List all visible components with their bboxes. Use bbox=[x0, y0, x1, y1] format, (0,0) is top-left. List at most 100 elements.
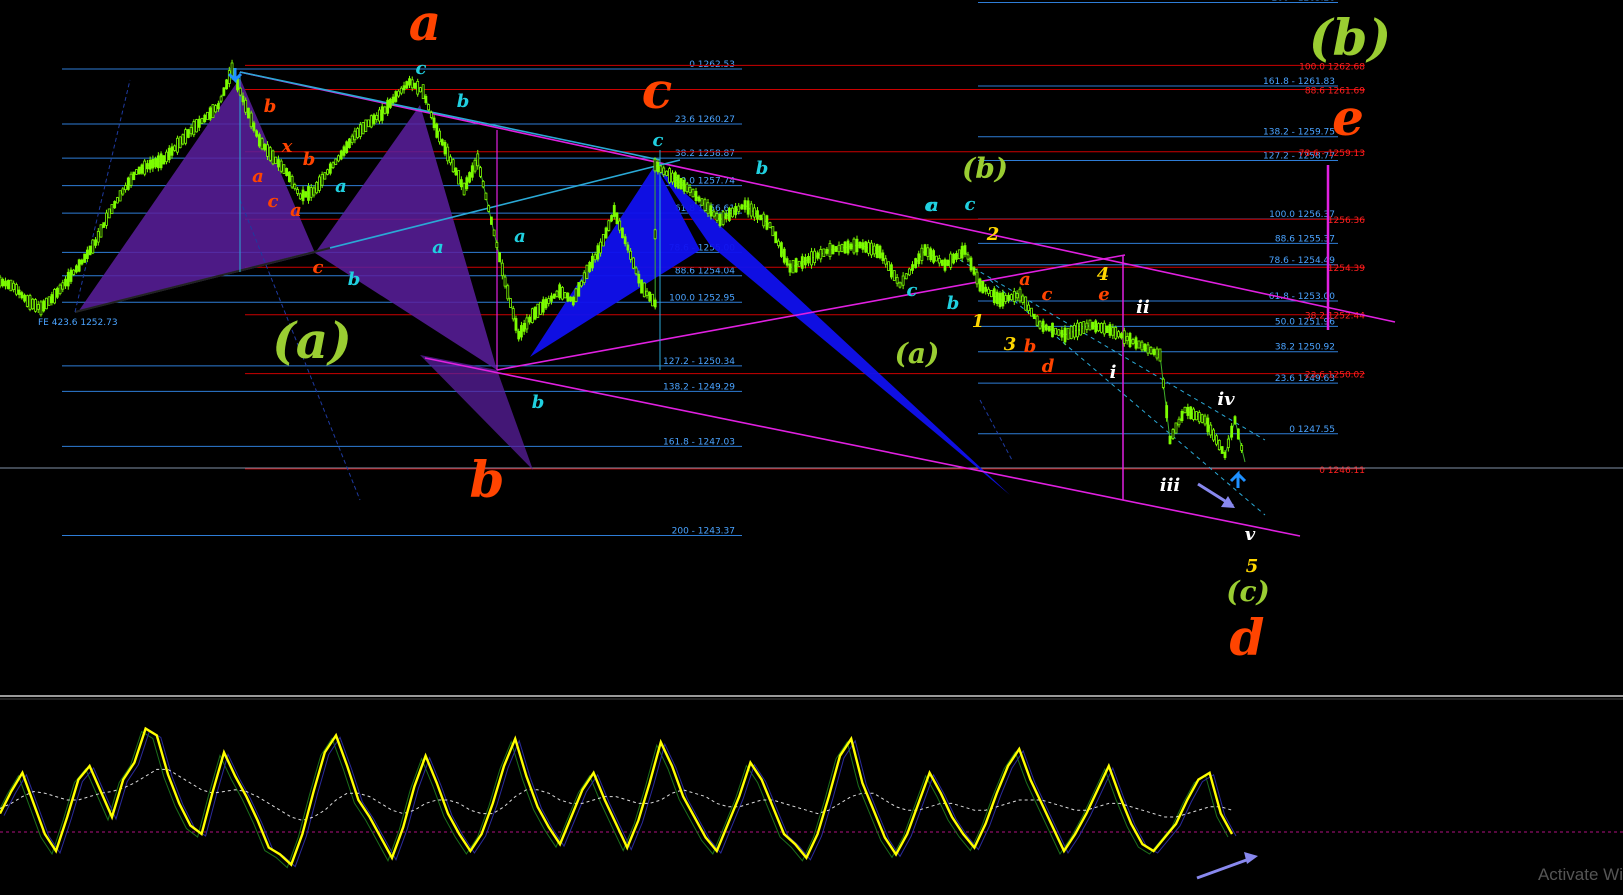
candle-body bbox=[293, 184, 297, 190]
candle-body bbox=[361, 122, 365, 135]
candle-body bbox=[397, 90, 400, 97]
candle-body bbox=[1111, 327, 1115, 336]
wave-label: b bbox=[947, 293, 960, 314]
wave-label: c bbox=[642, 61, 672, 120]
candle-body bbox=[709, 205, 713, 217]
candle-body bbox=[872, 245, 876, 255]
candle-body bbox=[691, 188, 695, 198]
wave-label: 5 bbox=[1246, 556, 1259, 577]
candle-body bbox=[807, 255, 810, 264]
candle-body bbox=[679, 177, 683, 190]
fib-left-label: 127.2 - 1250.34 bbox=[663, 357, 735, 367]
fib-left-label: 38.2 1258.87 bbox=[675, 149, 735, 159]
candle-body bbox=[987, 288, 990, 295]
candle-body bbox=[298, 193, 302, 200]
candle-body bbox=[640, 279, 643, 294]
candle-body bbox=[1206, 417, 1210, 433]
candle-body bbox=[777, 240, 780, 247]
candle-body bbox=[1197, 412, 1201, 423]
candle-body bbox=[107, 208, 111, 219]
candle-body bbox=[192, 121, 196, 136]
candle-body bbox=[1072, 325, 1076, 338]
candle-body bbox=[1131, 339, 1135, 344]
candle-body bbox=[154, 158, 158, 168]
candle-body bbox=[514, 318, 518, 331]
candle-body bbox=[864, 241, 868, 253]
candle-body bbox=[852, 238, 856, 254]
wave-label: (a) bbox=[272, 311, 352, 370]
candle-body bbox=[843, 241, 847, 254]
candle-body bbox=[975, 271, 979, 285]
candle-body bbox=[949, 253, 953, 268]
candle-body bbox=[481, 181, 485, 188]
candle-body bbox=[1007, 294, 1010, 301]
candle-body bbox=[803, 256, 807, 266]
candle-body bbox=[419, 87, 422, 93]
candle-body bbox=[1122, 330, 1126, 344]
candle-body bbox=[260, 138, 264, 150]
candle-body bbox=[159, 153, 163, 169]
candle-body bbox=[1041, 320, 1045, 332]
candle-body bbox=[840, 244, 844, 252]
candle-body bbox=[1155, 348, 1159, 359]
candle-body bbox=[828, 243, 832, 257]
candle-body bbox=[282, 164, 286, 174]
candle-body bbox=[470, 165, 474, 178]
candle-body bbox=[1015, 293, 1019, 299]
fib-left-label: 23.6 1260.27 bbox=[675, 115, 735, 125]
candle-body bbox=[375, 114, 379, 120]
candle-body bbox=[585, 264, 589, 279]
candle-body bbox=[831, 244, 835, 255]
candle-body bbox=[369, 115, 373, 128]
candle-body bbox=[665, 170, 669, 176]
candle-body bbox=[203, 114, 207, 123]
candle-body bbox=[740, 204, 744, 210]
candle-body bbox=[746, 200, 750, 215]
candle-body bbox=[244, 99, 248, 113]
candle-body bbox=[700, 198, 704, 206]
candle-body bbox=[1209, 424, 1213, 436]
candle-body bbox=[391, 96, 395, 104]
candle-body bbox=[503, 276, 507, 287]
candle-body bbox=[339, 150, 343, 160]
candle-body bbox=[895, 276, 899, 284]
candle-body bbox=[920, 247, 924, 261]
candle-body bbox=[525, 317, 529, 330]
candle-body bbox=[427, 104, 431, 111]
fib-left-label: 161.8 - 1247.03 bbox=[663, 437, 735, 447]
candle-body bbox=[1143, 343, 1147, 352]
candle-body bbox=[402, 85, 406, 91]
candle-body bbox=[612, 205, 616, 217]
candle-body bbox=[1021, 295, 1025, 303]
candle-body bbox=[479, 167, 482, 177]
candle-body bbox=[9, 279, 13, 292]
wave-label: ii bbox=[1136, 297, 1150, 318]
candle-body bbox=[72, 269, 76, 275]
candle-body bbox=[648, 291, 652, 302]
candle-body bbox=[1240, 445, 1244, 451]
candle-body bbox=[304, 191, 308, 198]
candle-body bbox=[449, 156, 452, 164]
candle-body bbox=[113, 201, 117, 209]
candle-body bbox=[500, 262, 504, 277]
candle-body bbox=[99, 224, 103, 238]
candle-body bbox=[591, 255, 594, 269]
candle-body bbox=[476, 153, 480, 167]
candle-body bbox=[544, 298, 548, 309]
candle-body bbox=[255, 130, 259, 137]
candle-body bbox=[170, 146, 174, 156]
candle-body bbox=[995, 291, 999, 304]
candle-body bbox=[923, 244, 927, 256]
candle-body bbox=[1038, 321, 1042, 329]
fib-red-label: 0 1246.11 bbox=[1319, 466, 1365, 476]
wave-label: a bbox=[409, 0, 441, 52]
candle-body bbox=[768, 222, 772, 228]
candle-body bbox=[1024, 296, 1028, 311]
candle-body bbox=[1108, 324, 1112, 336]
candle-body bbox=[645, 290, 649, 296]
candle-body bbox=[118, 190, 122, 202]
candle-body bbox=[492, 229, 496, 237]
wave-label: d bbox=[1230, 608, 1265, 667]
candle-body bbox=[77, 259, 81, 272]
wave-label: e bbox=[1332, 88, 1364, 147]
